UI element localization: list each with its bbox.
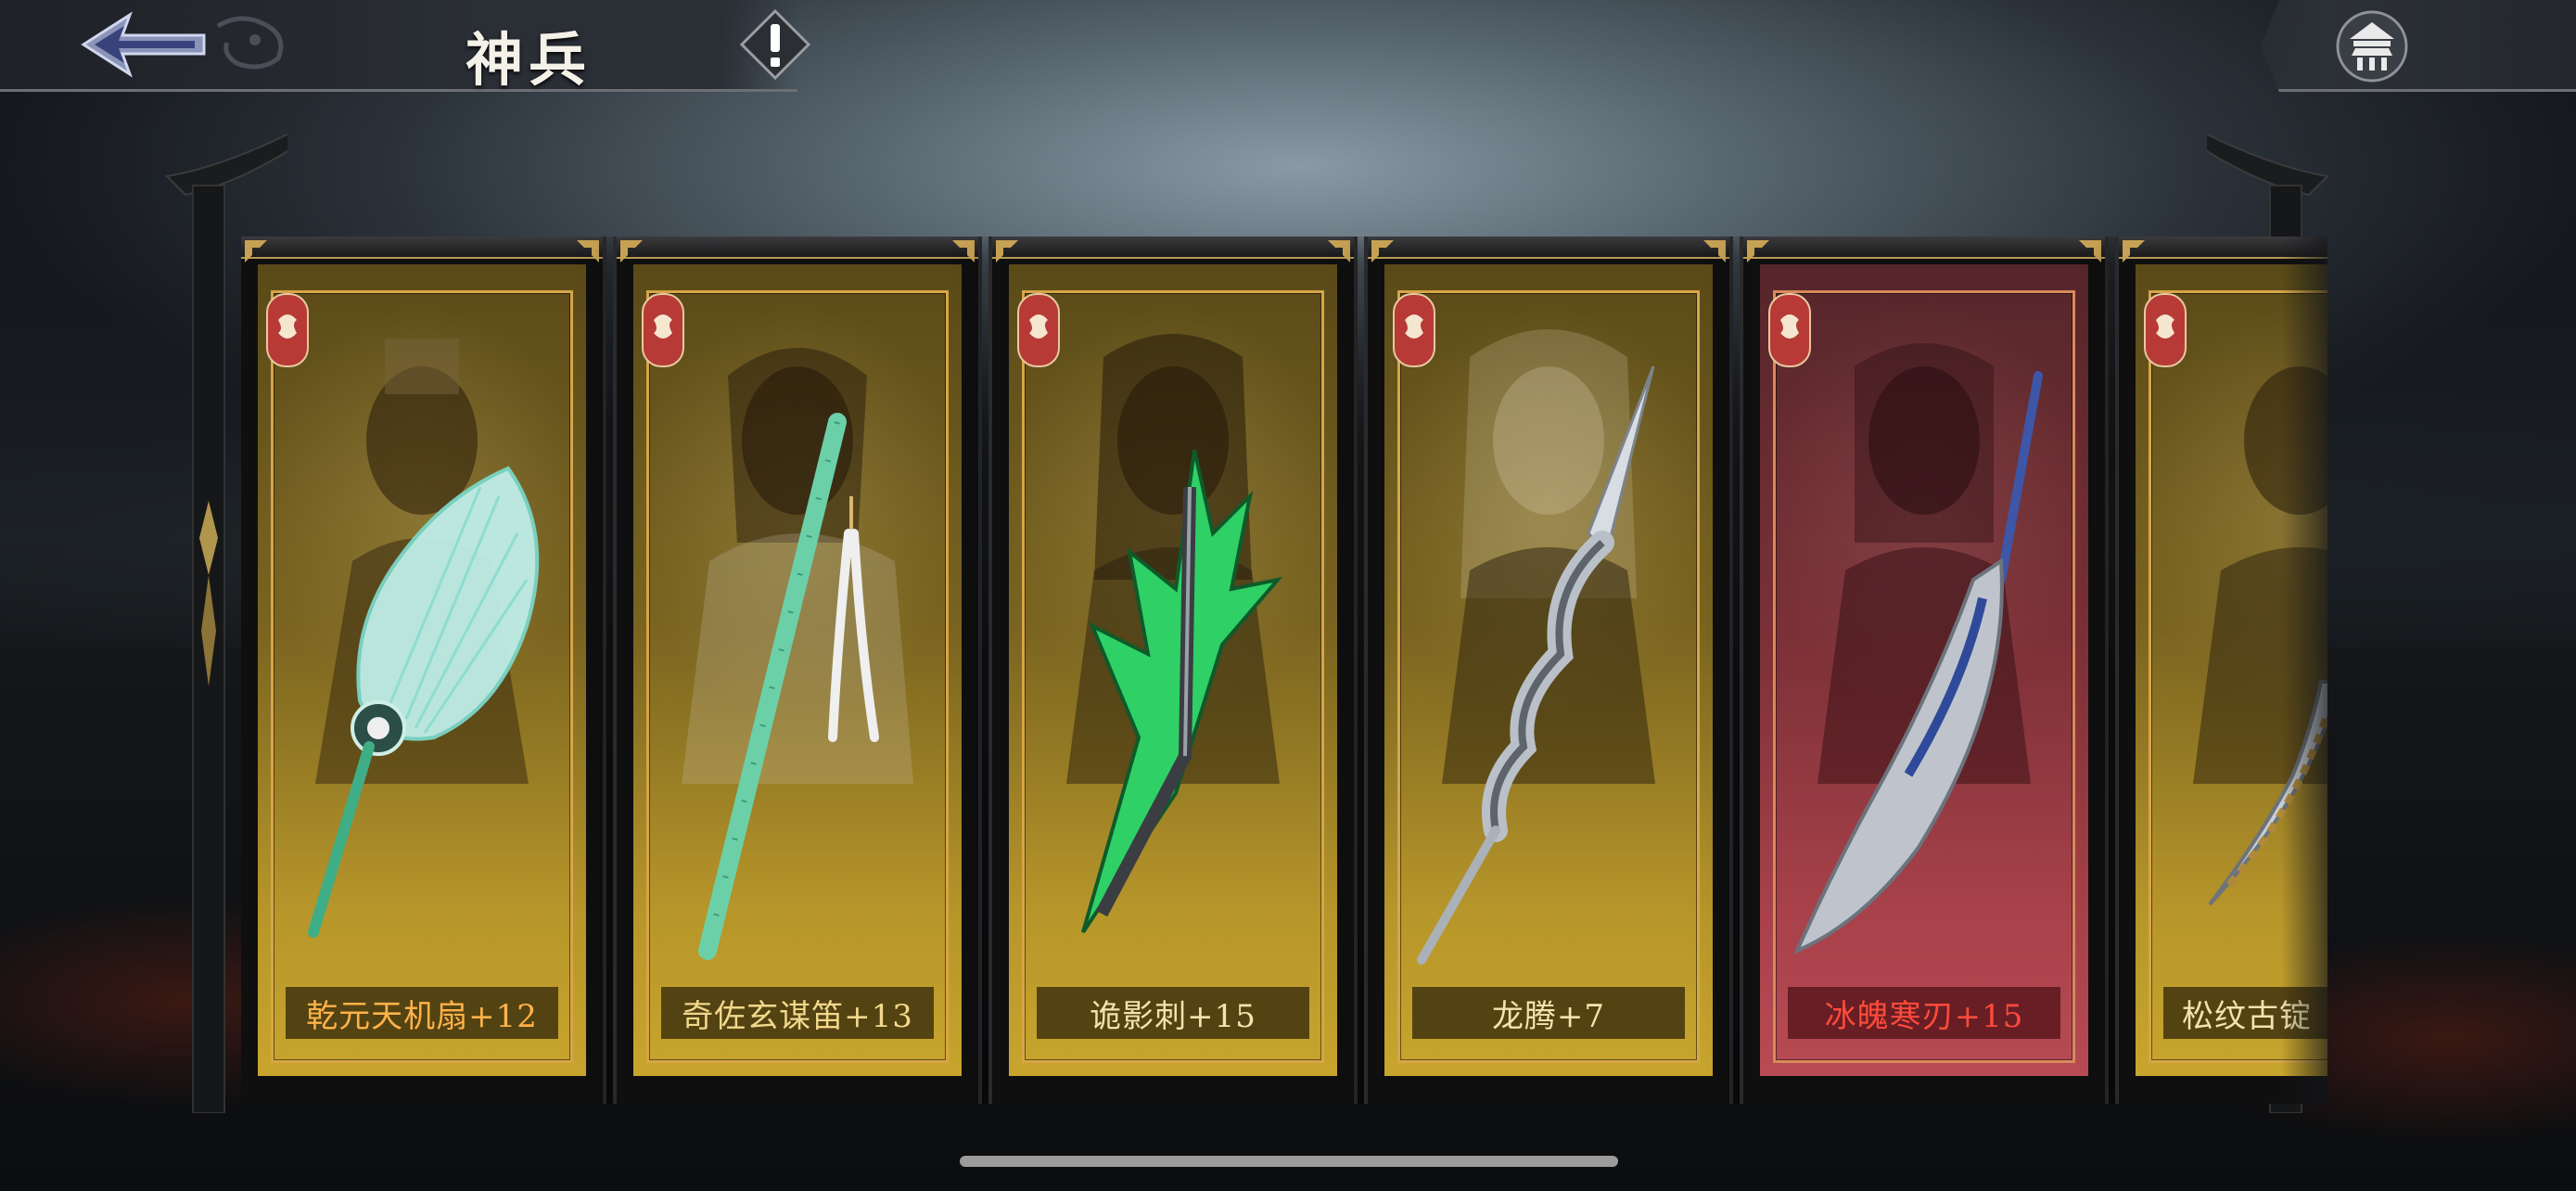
- silver-spear-weapon-icon: [1403, 348, 1694, 997]
- card-badge: [265, 292, 310, 368]
- corner-ornament-icon: [2123, 240, 2145, 263]
- green-trident-weapon-icon: [1027, 348, 1319, 997]
- corner-ornament-icon: [1328, 240, 1350, 263]
- card-panel: 龙腾+7: [1384, 264, 1713, 1076]
- card-panel: 冰魄寒刃+15: [1760, 264, 2088, 1076]
- corner-ornament-icon: [1371, 240, 1394, 263]
- corner-ornament-icon: [952, 240, 975, 263]
- card-badge: [2143, 292, 2187, 368]
- page-title: 神兵: [465, 26, 592, 94]
- corner-ornament-icon: [577, 240, 599, 263]
- card-list-fade: [2281, 237, 2327, 1104]
- weapon-card[interactable]: 龙腾+7: [1368, 237, 1729, 1104]
- glaive-weapon-icon: [1779, 348, 2070, 997]
- weapon-card[interactable]: 诡影刺+15: [992, 237, 1354, 1104]
- weapon-card[interactable]: 乾元天机扇+12: [241, 237, 603, 1104]
- corner-ornament-icon: [1747, 240, 1769, 263]
- corner-ornament-icon: [1703, 240, 1726, 263]
- card-badge: [1767, 292, 1812, 368]
- weapon-card-list[interactable]: 乾元天机扇+12 奇佐玄谋笛+13 诡影刺+15 龙腾+7 冰魄寒刃+15 松纹…: [241, 237, 2327, 1104]
- weapon-card[interactable]: 奇佐玄谋笛+13: [617, 237, 978, 1104]
- card-panel: 诡影刺+15: [1009, 264, 1337, 1076]
- back-button[interactable]: [65, 7, 297, 82]
- weapon-name-label: 乾元天机扇+12: [286, 987, 558, 1039]
- weapon-name-label: 奇佐玄谋笛+13: [661, 987, 934, 1039]
- back-arrow-icon: [81, 11, 284, 78]
- weapon-card[interactable]: 冰魄寒刃+15: [1743, 237, 2105, 1104]
- card-frame: [241, 237, 603, 259]
- scroll-indicator[interactable]: [960, 1156, 1618, 1167]
- corner-ornament-icon: [620, 240, 643, 263]
- fan-weapon-icon: [276, 348, 567, 997]
- seal-badge-icon: [1017, 293, 1060, 367]
- info-button[interactable]: [739, 8, 811, 81]
- card-panel: 奇佐玄谋笛+13: [633, 264, 962, 1076]
- flute-weapon-icon: [652, 348, 943, 997]
- weapon-name-label: 龙腾+7: [1412, 987, 1685, 1039]
- corner-ornament-icon: [245, 240, 267, 263]
- home-button[interactable]: [2335, 9, 2409, 83]
- card-badge: [1016, 292, 1061, 368]
- right-bar: [2261, 0, 2576, 92]
- seal-badge-icon: [1393, 293, 1435, 367]
- seal-badge-icon: [1768, 293, 1811, 367]
- card-frame: [1743, 237, 2105, 259]
- top-bar: 神兵: [0, 0, 811, 94]
- card-badge: [1392, 292, 1436, 368]
- seal-badge-icon: [266, 293, 309, 367]
- corner-ornament-icon: [996, 240, 1018, 263]
- card-frame: [992, 237, 1354, 259]
- corner-ornament-icon: [2079, 240, 2101, 263]
- seal-badge-icon: [2144, 293, 2187, 367]
- card-panel: 乾元天机扇+12: [258, 264, 586, 1076]
- weapon-name-label: 诡影刺+15: [1037, 987, 1309, 1039]
- exclamation-icon: [739, 8, 811, 81]
- card-frame: [617, 237, 978, 259]
- card-frame: [1368, 237, 1729, 259]
- card-badge: [641, 292, 685, 368]
- seal-badge-icon: [642, 293, 684, 367]
- palace-icon: [2336, 10, 2408, 83]
- weapon-name-label: 冰魄寒刃+15: [1788, 987, 2060, 1039]
